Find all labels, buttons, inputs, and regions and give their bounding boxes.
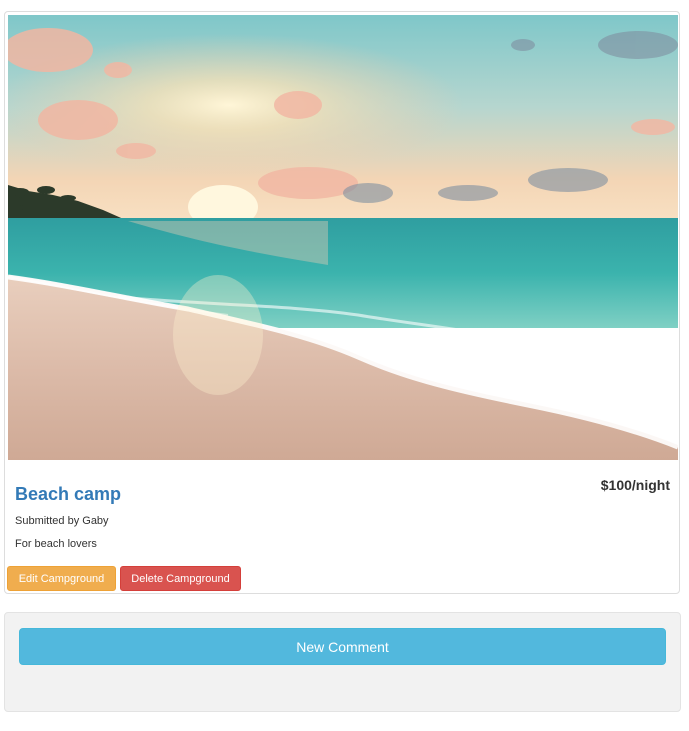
campground-description: For beach lovers	[15, 538, 97, 550]
campground-title[interactable]: Beach camp	[15, 484, 121, 505]
new-comment-button[interactable]: New Comment	[19, 628, 666, 665]
edit-campground-button[interactable]: Edit Campground	[7, 566, 116, 591]
campground-card: $100/night Beach camp Submitted by Gaby …	[4, 11, 680, 594]
delete-campground-button[interactable]: Delete Campground	[120, 566, 241, 591]
campground-price: $100/night	[600, 477, 670, 493]
campground-image	[8, 15, 678, 460]
submitted-by: Submitted by Gaby	[15, 515, 109, 527]
comments-panel: New Comment	[4, 612, 681, 712]
